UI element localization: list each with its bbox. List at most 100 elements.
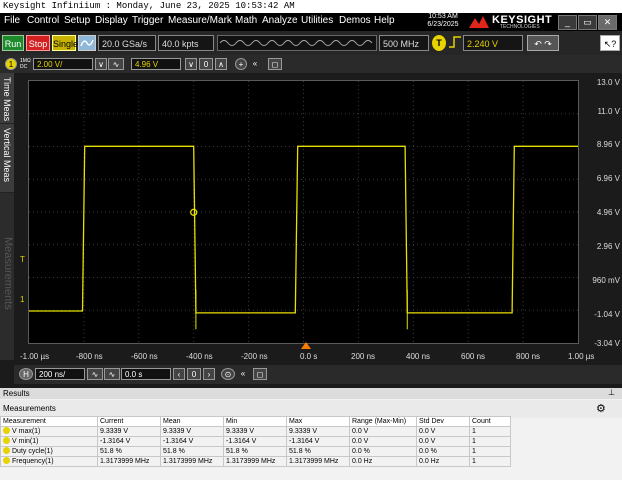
autoscale-icon[interactable]: [78, 35, 96, 51]
tab-measurements[interactable]: Measurements: [0, 193, 14, 360]
tab-vertical-meas[interactable]: Vertical Meas: [0, 124, 14, 193]
x-tick-label: 200 ns: [351, 352, 376, 361]
menu-measure-mark[interactable]: Measure/Mark: [168, 15, 232, 26]
cell-current: 51.8 %: [97, 446, 161, 457]
measurement-name: Frequency(1): [0, 456, 98, 467]
time-position-field[interactable]: 0.0 s: [121, 368, 171, 380]
collapse-left-icon[interactable]: «: [237, 368, 249, 380]
clock-date: 6/23/2025: [427, 21, 459, 28]
x-tick-label: -1.00 µs: [20, 352, 50, 361]
waveform-shape-icon[interactable]: ∿: [108, 58, 124, 70]
menu-display[interactable]: Display: [95, 15, 128, 26]
channel-menu-icon[interactable]: ◻: [268, 58, 282, 70]
menu-trigger[interactable]: Trigger: [132, 15, 163, 26]
vertical-scale-field[interactable]: 2.00 V/: [33, 58, 93, 70]
position-right-icon[interactable]: ›: [203, 368, 215, 380]
time-scale-field[interactable]: 200 ns/: [35, 368, 85, 380]
trigger-level-field[interactable]: 2.240 V: [463, 35, 523, 51]
ground-marker[interactable]: 1: [20, 295, 24, 304]
table-row[interactable]: Duty cycle(1) 51.8 % 51.8 % 51.8 % 51.8 …: [0, 446, 511, 457]
menu-control[interactable]: Control: [27, 15, 59, 26]
y-tick-label: 11.0 V: [597, 107, 620, 116]
measurements-title: Measurements: [3, 404, 56, 413]
add-channel-icon[interactable]: +: [235, 58, 247, 70]
zoom-icon[interactable]: ⊙: [221, 368, 235, 380]
position-left-icon[interactable]: ‹: [173, 368, 185, 380]
cell-mean: 51.8 %: [160, 446, 224, 457]
menu-utilities[interactable]: Utilities: [301, 15, 333, 26]
memory-depth-field[interactable]: 40.0 kpts: [158, 35, 214, 51]
channel-dot-icon: [3, 447, 10, 454]
cell-max: 9.3339 V: [286, 426, 350, 437]
channel-dot-icon: [3, 427, 10, 434]
position-zero-button[interactable]: 0: [187, 368, 201, 380]
offset-zero-button[interactable]: 0: [199, 58, 213, 70]
cell-count: 1: [469, 446, 511, 457]
cell-std-dev: 0.0 V: [416, 426, 470, 437]
time-scale-shape-icon-2[interactable]: ∿: [104, 368, 120, 380]
waveform-display[interactable]: [28, 80, 579, 344]
channel-coupling: 1MΩ DC: [20, 58, 31, 70]
cell-mean: 9.3339 V: [160, 426, 224, 437]
trigger-source-badge[interactable]: T: [432, 35, 446, 51]
pin-icon[interactable]: ⊥: [608, 388, 615, 397]
cell-current: 1.3173999 MHz: [97, 456, 161, 467]
cell-range: 0.0 %: [349, 446, 417, 457]
column-header: Range (Max-Min): [349, 416, 417, 427]
run-button[interactable]: Run: [2, 35, 24, 51]
horizontal-menu-icon[interactable]: ◻: [253, 368, 267, 380]
scale-down-icon[interactable]: ∨: [95, 58, 107, 70]
results-title: Results: [0, 388, 622, 399]
table-row[interactable]: Frequency(1) 1.3173999 MHz 1.3173999 MHz…: [0, 456, 511, 467]
bandwidth-field[interactable]: 500 MHz: [379, 35, 429, 51]
single-button[interactable]: Single: [52, 35, 78, 51]
menu-file[interactable]: File: [4, 15, 20, 26]
measurements-table: Measurement Current Mean Min Max Range (…: [0, 416, 511, 467]
menu-setup[interactable]: Setup: [64, 15, 90, 26]
help-pointer-icon[interactable]: ↖?: [600, 35, 620, 51]
menu-analyze[interactable]: Analyze: [262, 15, 298, 26]
sample-rate-field[interactable]: 20.0 GSa/s: [98, 35, 156, 51]
cell-std-dev: 0.0 V: [416, 436, 470, 447]
rising-edge-icon[interactable]: [448, 35, 462, 51]
menu-help[interactable]: Help: [374, 15, 395, 26]
horizontal-badge[interactable]: H: [19, 368, 33, 380]
cell-current: 9.3339 V: [97, 426, 161, 437]
channel-badge[interactable]: 1: [5, 58, 17, 70]
y-tick-label: -3.04 V: [594, 339, 620, 348]
cell-range: 0.0 Hz: [349, 456, 417, 467]
collapse-left-icon[interactable]: «: [249, 58, 261, 70]
trigger-position-marker-icon[interactable]: [301, 342, 311, 349]
x-tick-label: 0.0 s: [300, 352, 318, 361]
offset-down-icon[interactable]: ∨: [185, 58, 197, 70]
waveform-svg: [29, 81, 578, 343]
x-tick-label: -800 ns: [76, 352, 103, 361]
cell-max: 51.8 %: [286, 446, 350, 457]
time-scale-shape-icon[interactable]: ∿: [87, 368, 103, 380]
stop-button[interactable]: Stop: [26, 35, 50, 51]
column-header: Count: [469, 416, 511, 427]
vertical-offset-field[interactable]: 4.96 V: [131, 58, 181, 70]
settings-gear-icon[interactable]: ⚙: [596, 402, 606, 415]
minimize-button[interactable]: _: [558, 15, 577, 30]
column-header: Std Dev: [416, 416, 470, 427]
menu-demos[interactable]: Demos: [339, 15, 371, 26]
cell-mean: 1.3173999 MHz: [160, 456, 224, 467]
cell-current: -1.3164 V: [97, 436, 161, 447]
restore-button[interactable]: ▭: [578, 15, 597, 30]
close-button[interactable]: ✕: [598, 15, 617, 30]
tab-time-meas[interactable]: Time Meas: [0, 73, 14, 124]
table-row[interactable]: V min(1) -1.3164 V -1.3164 V -1.3164 V -…: [0, 436, 511, 447]
trigger-level-marker[interactable]: T: [20, 255, 25, 264]
table-row[interactable]: V max(1) 9.3339 V 9.3339 V 9.3339 V 9.33…: [0, 426, 511, 437]
window-title: Keysight Infiniium : Monday, June 23, 20…: [3, 1, 295, 11]
menu-math[interactable]: Math: [235, 15, 257, 26]
cell-count: 1: [469, 436, 511, 447]
offset-up-icon[interactable]: ∧: [215, 58, 227, 70]
undo-redo-icon[interactable]: ↶ ↷: [527, 35, 559, 51]
measurement-name: V min(1): [0, 436, 98, 447]
cell-count: 1: [469, 456, 511, 467]
column-header: Current: [97, 416, 161, 427]
menu-bar: File Control Setup Display Trigger Measu…: [0, 13, 622, 31]
x-tick-label: 600 ns: [461, 352, 486, 361]
